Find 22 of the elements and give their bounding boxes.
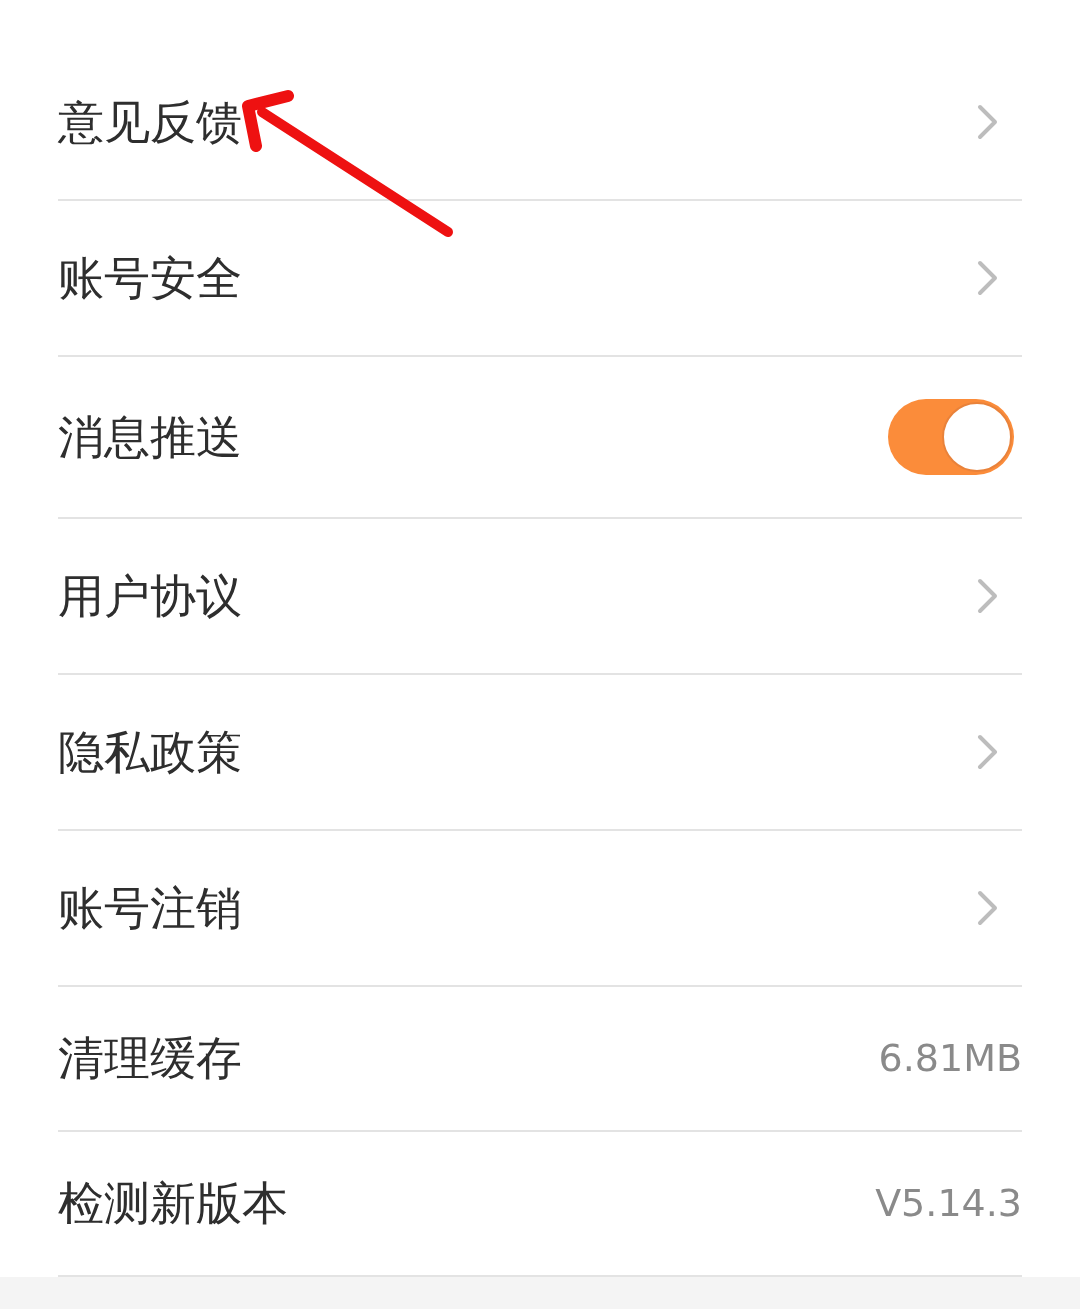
setting-label: 用户协议 <box>58 567 242 625</box>
settings-row[interactable]: 清理缓存 6.81MB <box>58 987 1022 1132</box>
settings-row[interactable]: 账号安全 <box>58 201 1022 357</box>
chevron-right-icon <box>976 103 1000 141</box>
setting-label: 清理缓存 <box>58 1030 242 1087</box>
setting-label: 意见反馈 <box>58 93 242 151</box>
settings-row[interactable]: 账号注销 <box>58 831 1022 987</box>
setting-label: 隐私政策 <box>58 723 242 781</box>
setting-label: 账号注销 <box>58 879 242 937</box>
setting-label: 账号安全 <box>58 249 242 307</box>
settings-row[interactable]: 意见反馈 <box>58 45 1022 201</box>
settings-row[interactable]: 用户协议 <box>58 519 1022 675</box>
setting-label: 消息推送 <box>58 408 242 466</box>
settings-row[interactable]: 消息推送 <box>58 357 1022 519</box>
setting-value: V5.14.3 <box>875 1180 1022 1227</box>
chevron-right-icon <box>976 259 1000 297</box>
chevron-right-icon <box>976 889 1000 927</box>
settings-row[interactable]: 隐私政策 <box>58 675 1022 831</box>
setting-value: 6.81MB <box>878 1035 1022 1082</box>
setting-label: 检测新版本 <box>58 1175 288 1232</box>
chevron-right-icon <box>976 577 1000 615</box>
chevron-right-icon <box>976 733 1000 771</box>
